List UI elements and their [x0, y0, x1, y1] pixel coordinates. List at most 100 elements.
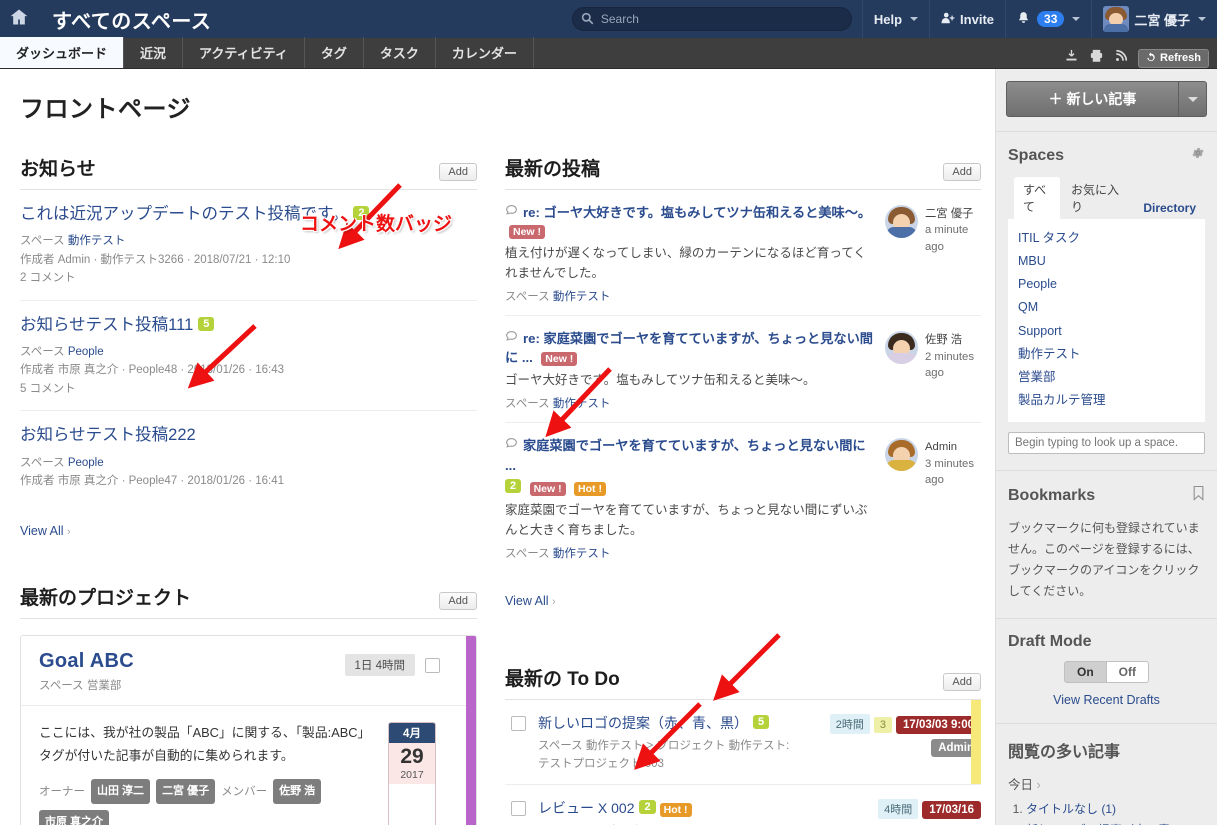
new-post-button[interactable]: ＋ 新しい記事	[1006, 81, 1179, 117]
post-space: スペース 動作テスト	[505, 288, 877, 304]
avatar[interactable]	[885, 331, 918, 365]
owner-chip[interactable]: 山田 淳二	[91, 779, 151, 805]
post-author-name[interactable]: Admin	[925, 441, 957, 453]
spaces-tab-directory[interactable]: Directory	[1134, 197, 1205, 219]
post-title[interactable]: 家庭菜園でゴーヤを育てていますが、ちょっと見ない間に ...	[505, 438, 866, 472]
user-menu[interactable]: 二宮 優子	[1091, 0, 1217, 38]
todo-count-chip: 3	[873, 716, 893, 733]
gear-icon[interactable]	[1191, 146, 1205, 165]
spaces-list-item[interactable]: Support	[1018, 320, 1195, 343]
spaces-list-item[interactable]: 製品カルテ管理	[1018, 389, 1195, 412]
view-recent-drafts-link[interactable]: View Recent Drafts	[1008, 693, 1205, 707]
author-label: 作成者	[20, 253, 55, 266]
draft-mode-toggle: On Off	[1008, 661, 1205, 683]
refresh-button[interactable]: Refresh	[1138, 48, 1209, 68]
print-icon[interactable]	[1089, 48, 1104, 68]
space-name[interactable]: 動作テスト	[553, 291, 611, 303]
tab-dashboard[interactable]: ダッシュボード	[0, 37, 125, 68]
space-name[interactable]: 動作テスト	[553, 398, 611, 410]
notifications-menu[interactable]: 33	[1005, 0, 1091, 38]
comment-bubble-icon	[505, 436, 518, 454]
todo-item-title[interactable]: レビュー X 002	[538, 800, 634, 816]
announcement-title[interactable]: お知らせテスト投稿111	[20, 316, 193, 334]
todo-add-button[interactable]: Add	[943, 672, 981, 691]
spaces-list-item[interactable]: ITIL タスク	[1018, 227, 1195, 250]
draft-mode-title: Draft Mode	[1008, 633, 1092, 650]
owner-chip[interactable]: 二宮 優子	[156, 779, 216, 805]
author-meta: 市原 真之介 · People47 · 2018/01/26 · 16:41	[57, 475, 284, 488]
post-author-name[interactable]: 二宮 優子	[925, 208, 973, 220]
user-name: 二宮 優子	[1134, 12, 1190, 28]
spaces-tab-all[interactable]: すべて	[1014, 177, 1060, 219]
draft-mode-off-button[interactable]: Off	[1106, 661, 1149, 683]
project-checkbox[interactable]	[425, 657, 440, 673]
tab-bar-actions: Refresh	[1064, 48, 1217, 68]
notification-count-badge: 33	[1037, 11, 1065, 27]
latest-posts-add-button[interactable]: Add	[943, 163, 981, 181]
help-menu[interactable]: Help	[861, 0, 929, 38]
space-name[interactable]: People	[68, 457, 104, 469]
tab-activity[interactable]: アクティビティ	[183, 37, 305, 68]
tab-recent[interactable]: 近況	[124, 37, 184, 68]
spaces-list-item[interactable]: 営業部	[1018, 366, 1195, 389]
tab-calendar[interactable]: カレンダー	[436, 37, 534, 68]
avatar[interactable]	[885, 438, 918, 472]
announcement-title[interactable]: お知らせテスト投稿222	[20, 426, 196, 444]
spaces-list-item[interactable]: MBU	[1018, 250, 1195, 273]
new-post-label: 新しい記事	[1066, 91, 1137, 107]
projects-add-button[interactable]: Add	[439, 592, 477, 611]
space-name[interactable]: 動作テスト	[68, 235, 126, 247]
project-description: ここには、我が社の製品「ABC」に関する、「製品:ABC」タグが付いた記事が自動…	[39, 725, 371, 763]
space-name[interactable]: People	[68, 346, 104, 358]
spaces-list-item[interactable]: QM	[1018, 296, 1195, 319]
spaces-header: Spaces	[1008, 146, 1205, 165]
site-title: すべてのスペース	[52, 10, 212, 33]
announcements-add-button[interactable]: Add	[439, 163, 477, 181]
draft-mode-on-button[interactable]: On	[1064, 661, 1107, 683]
announcement-item: お知らせテスト投稿222 スペース People 作成者 市原 真之介 · Pe…	[20, 411, 477, 502]
space-lookup-input[interactable]	[1008, 432, 1205, 454]
calendar-year: 2017	[389, 769, 435, 785]
tab-tags[interactable]: タグ	[305, 37, 364, 68]
rss-icon[interactable]	[1114, 49, 1128, 68]
calendar-day: 29	[389, 743, 435, 770]
post-author-name[interactable]: 佐野 浩	[925, 334, 962, 346]
announcement-title[interactable]: これは近況アップデートのテスト投稿です。	[20, 205, 348, 223]
spaces-tab-favorites[interactable]: お気に入り	[1062, 177, 1128, 219]
latest-posts-header: 最新の投稿 Add	[505, 154, 981, 190]
download-icon[interactable]	[1064, 48, 1079, 68]
latest-posts-view-all[interactable]: View All ›	[505, 594, 981, 608]
bookmark-icon[interactable]	[1192, 485, 1205, 506]
invite-button[interactable]: Invite	[929, 0, 1005, 38]
popular-article-link[interactable]: タイトルなし (1)	[1026, 802, 1116, 816]
project-card-body: ここには、我が社の製品「ABC」に関する、「製品:ABC」タグが付いた記事が自動…	[21, 706, 476, 825]
spaces-list-item[interactable]: People	[1018, 273, 1195, 296]
new-badge: New !	[509, 225, 546, 240]
todo-header: 最新の To Do Add	[505, 664, 981, 700]
new-post-dropdown-button[interactable]	[1179, 81, 1207, 117]
member-chip[interactable]: 佐野 浩	[273, 779, 322, 805]
popular-today-link[interactable]: 今日 ›	[1008, 774, 1205, 793]
todo-checkbox[interactable]	[511, 715, 526, 731]
bookmarks-header: Bookmarks	[1008, 485, 1205, 506]
bookmarks-title: Bookmarks	[1008, 486, 1096, 504]
projects-widget: 最新のプロジェクト Add Goal ABC スペース 営業部 1日 4時間 こ…	[20, 583, 477, 825]
tab-tasks[interactable]: タスク	[364, 37, 436, 68]
latest-posts-title: 最新の投稿	[505, 159, 601, 180]
space-name[interactable]: 営業部	[87, 680, 122, 692]
space-label: スペース	[39, 680, 84, 693]
owner-label: オーナー	[39, 785, 85, 798]
post-title[interactable]: re: ゴーヤ大好きです。塩もみしてツナ缶和えると美味〜。	[523, 205, 871, 220]
search-input[interactable]	[571, 7, 852, 31]
space-name[interactable]: 動作テスト	[553, 548, 611, 560]
member-chip[interactable]: 市原 真之介	[39, 810, 110, 825]
announcements-view-all[interactable]: View All ›	[20, 524, 477, 538]
home-button[interactable]	[0, 0, 38, 38]
spaces-list-item[interactable]: 動作テスト	[1018, 343, 1195, 366]
todo-checkbox[interactable]	[511, 801, 526, 817]
todo-item-title[interactable]: 新しいロゴの提案（赤、青、黒）	[538, 715, 748, 731]
popular-articles-list: タイトルなし (1) 新しいロゴの提案（赤、青、黒） (1) sales_485…	[1008, 799, 1205, 825]
project-name[interactable]: Goal ABC	[39, 650, 134, 673]
avatar[interactable]	[885, 205, 918, 238]
post-item: re: 家庭菜園でゴーヤを育てていますが、ちょっと見ない間に ... New !…	[505, 316, 981, 424]
